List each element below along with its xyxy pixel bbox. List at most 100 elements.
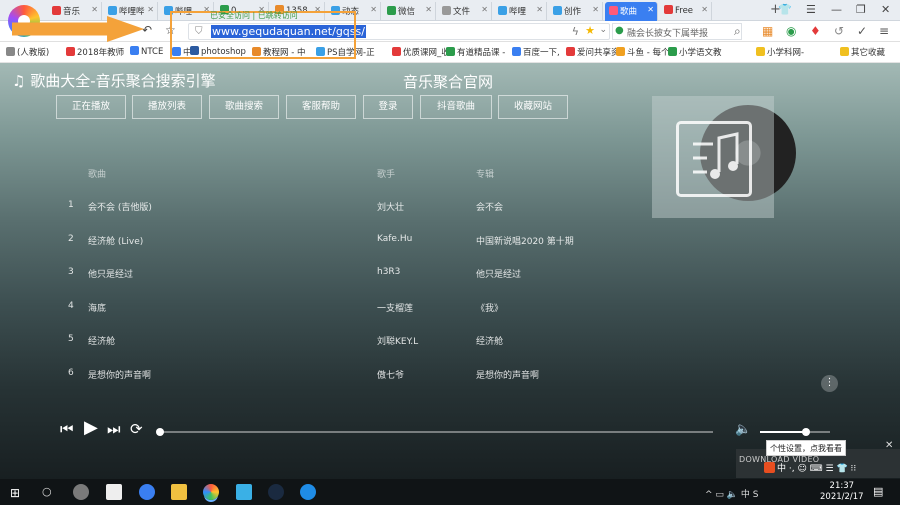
tab-close-icon[interactable]: ✕ (425, 5, 432, 14)
bookmark-favicon-icon (130, 46, 139, 55)
clock[interactable]: 21:37 2021/2/17 (820, 481, 864, 503)
more-options-button[interactable]: ⋮ (821, 375, 838, 392)
nav-button-1[interactable]: 正在播放 (56, 95, 126, 119)
bookmark-item[interactable]: 百度一下, (512, 46, 560, 58)
tab-1[interactable]: 音乐 ✕ (48, 2, 102, 21)
search-input[interactable]: ● 融会长披女下属举报 (612, 23, 742, 40)
play-icon[interactable]: ▶ (84, 417, 98, 438)
song-album: 是想你的声音啊 (476, 371, 540, 381)
task-view-icon[interactable]: ○ (42, 485, 52, 498)
nav-button-6[interactable]: 抖音歌曲 (420, 95, 492, 119)
song-singer: 傲七爷 (377, 371, 405, 381)
app-icon-2[interactable] (139, 484, 155, 500)
tab-label: 文件 (453, 7, 471, 17)
bookmark-label: 百度一下, (523, 48, 560, 58)
tab-10[interactable]: 创作 ✕ (549, 2, 603, 21)
widget-close-icon[interactable]: ✕ (885, 440, 893, 451)
bookmark-favicon-icon (512, 47, 521, 56)
song-album: 他只是经过 (476, 270, 522, 281)
tab-close-icon[interactable]: ✕ (536, 5, 543, 14)
edge-icon[interactable] (300, 484, 316, 500)
notification-icon[interactable]: ▤ (873, 485, 883, 498)
extension-icon[interactable]: ◉ (786, 24, 796, 38)
nav-button-7[interactable]: 收藏网站 (498, 95, 568, 119)
menu-icon[interactable]: ☰ (806, 3, 816, 16)
song-row[interactable]: 2 经济舱 (Live) Kafe.Hu 中国新说唱2020 第十期 (0, 234, 640, 254)
song-singer: 一支榴莲 (377, 303, 414, 314)
loop-icon[interactable]: ⟳ (130, 420, 143, 438)
tab-7[interactable]: 微信 ✕ (383, 2, 436, 21)
tab-12[interactable]: Free ✕ (660, 2, 712, 21)
undo-icon[interactable]: ↺ (834, 24, 844, 38)
tab-close-icon[interactable]: ✕ (481, 5, 488, 14)
tab-close-icon[interactable]: ✕ (647, 5, 654, 14)
tab-9[interactable]: 哔哩 ✕ (494, 2, 547, 21)
bookmark-item[interactable]: 小学科网- (756, 46, 804, 58)
song-singer: h3R3 (377, 267, 401, 278)
location-icon[interactable]: ♦ (810, 24, 821, 38)
apps-grid-icon[interactable]: ▦ (762, 24, 773, 38)
tab-11[interactable]: 歌曲 ✕ (605, 2, 658, 21)
nav-button-2[interactable]: 播放列表 (132, 95, 202, 119)
tab-favicon-icon (442, 6, 451, 15)
bookmark-item[interactable]: (人教版) (6, 46, 49, 58)
ime-toolbar[interactable]: 中 ·, ☺ ⌨ ☰ 👕 ⁝⁝ (764, 461, 856, 474)
song-album: 《我》 (476, 303, 504, 314)
browser-tab-bar: 音乐 ✕ 哔哩哔 ✕ 哔哩 ✕ 0 ✕ 1358 ✕ 动态 ✕ 微信 ✕ 文件 ✕ 哔哩 ✕ 创作 ✕ 歌曲 ✕ Free ✕… (0, 0, 900, 37)
calculator-icon[interactable] (106, 484, 122, 500)
skin-icon[interactable]: 👕 (778, 3, 792, 16)
browser-taskbar-icon[interactable] (203, 484, 219, 500)
previous-icon[interactable]: ⏮ (60, 420, 74, 438)
restore-icon[interactable]: ❐ (856, 3, 866, 16)
col-singer-header: 歌手 (377, 170, 396, 180)
progress-bar[interactable] (156, 428, 713, 436)
bookmark-favicon-icon (66, 47, 75, 56)
song-number: 3 (68, 267, 74, 278)
nav-button-5[interactable]: 登录 (363, 95, 413, 119)
clock-date: 2021/2/17 (820, 492, 864, 502)
tab-close-icon[interactable]: ✕ (147, 5, 154, 14)
app-icon-1[interactable] (73, 484, 89, 500)
volume-icon[interactable]: 🔈 (735, 422, 751, 437)
tab-close-icon[interactable]: ✕ (701, 5, 708, 14)
tab-close-icon[interactable]: ✕ (592, 5, 599, 14)
song-row[interactable]: 1 会不会 (吉他版) 刘大壮 会不会 (0, 200, 640, 220)
clock-time: 21:37 (829, 481, 855, 491)
volume-slider[interactable] (760, 428, 830, 436)
minimize-icon[interactable]: — (831, 3, 842, 16)
browser-menu-icon[interactable]: ≡ (879, 24, 889, 38)
back-icon[interactable]: ↶ (142, 23, 152, 37)
bookmark-item[interactable]: 其它收藏 (840, 46, 885, 58)
bookmark-item[interactable]: 优质课网_收 (392, 46, 450, 58)
bookmark-item[interactable]: 小学语文教 (668, 46, 722, 58)
song-row[interactable]: 6 是想你的声音啊 傲七爷 是想你的声音啊 (0, 368, 640, 388)
system-tray[interactable]: ^ ▭ 🔈 中 S (705, 487, 758, 500)
song-row[interactable]: 5 经济舱 刘聪KEY.L 经济舱 (0, 334, 640, 354)
file-explorer-icon[interactable] (171, 484, 187, 500)
bookmark-star-icon[interactable]: ★ (585, 24, 595, 37)
tools-icon[interactable]: ✓ (857, 24, 867, 38)
bookmark-item[interactable]: 斗鱼 - 每个 (616, 46, 669, 58)
volume-handle[interactable] (801, 428, 810, 436)
song-row[interactable]: 3 他只是经过 h3R3 他只是经过 (0, 267, 640, 287)
app-icon-3[interactable] (236, 484, 252, 500)
next-icon[interactable]: ⏭ (107, 420, 121, 438)
close-window-icon[interactable]: ✕ (881, 3, 890, 16)
nav-button-4[interactable]: 客服帮助 (286, 95, 356, 119)
nav-button-3[interactable]: 歌曲搜索 (209, 95, 279, 119)
dropdown-icon[interactable]: ⌄ (599, 25, 607, 35)
song-row[interactable]: 4 海底 一支榴莲 《我》 (0, 301, 640, 321)
search-icon[interactable]: ⌕ (734, 24, 741, 39)
tab-close-icon[interactable]: ✕ (370, 5, 377, 14)
bookmark-item[interactable]: NTCE (130, 46, 163, 57)
bookmark-item[interactable]: 有道精品课 - (446, 46, 505, 58)
tab-8[interactable]: 文件 ✕ (438, 2, 492, 21)
bookmark-item[interactable]: 爱问共享资 (566, 46, 620, 58)
tab-close-icon[interactable]: ✕ (91, 5, 98, 14)
bookmark-item[interactable]: 2018年教师 (66, 46, 124, 58)
lightning-icon[interactable]: ϟ (572, 25, 579, 38)
music-app: ♫ 歌曲大全-音乐聚合搜索引擎 音乐聚合官网 正在播放 播放列表 歌曲搜索 客服帮助登… (0, 63, 900, 479)
progress-handle[interactable] (156, 428, 164, 436)
app-icon-4[interactable] (268, 484, 284, 500)
windows-start-icon[interactable]: ⊞ (10, 486, 20, 500)
